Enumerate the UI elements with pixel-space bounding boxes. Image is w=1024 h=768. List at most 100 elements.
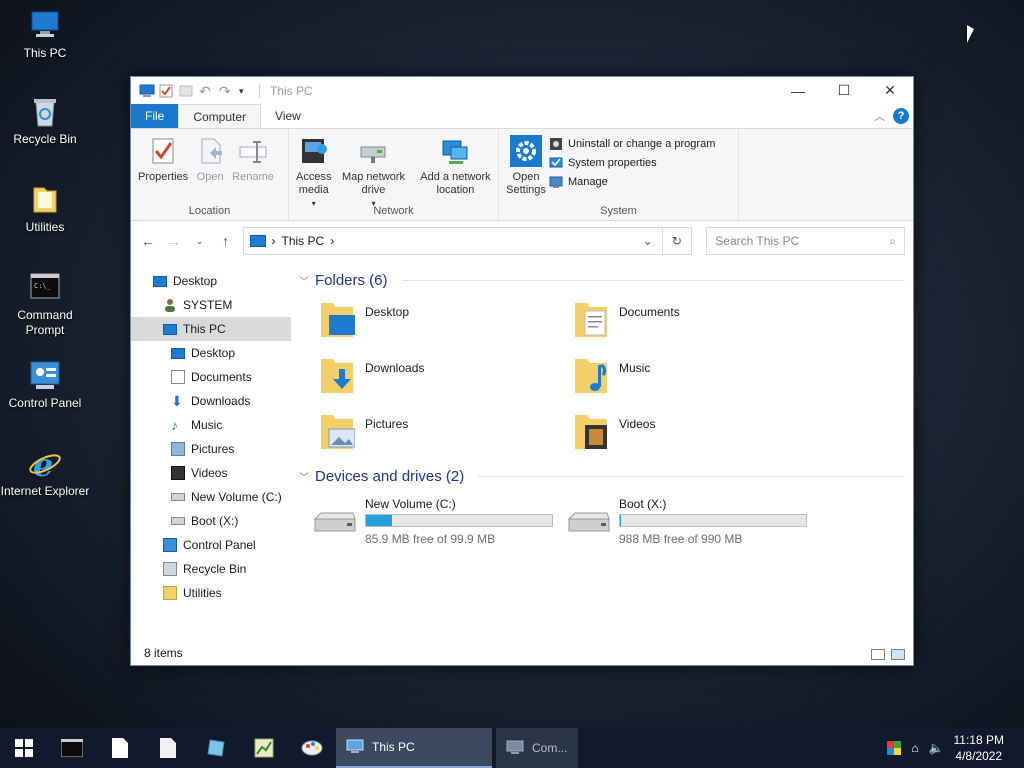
desktop-icon-utilities[interactable]: Utilities (0, 182, 90, 235)
usb-device-icon[interactable]: ⌂ (911, 741, 918, 755)
ribbon-tabs: File Computer View ︿ ? (131, 104, 913, 128)
collapse-ribbon-icon[interactable]: ︿ (874, 108, 885, 124)
download-arrow-icon: ⬇ (171, 393, 183, 409)
drives-grid: New Volume (C:) 85.9 MB free of 99.9 MB … (299, 489, 905, 546)
folder-item-pictures[interactable]: Pictures (319, 411, 573, 455)
tab-computer[interactable]: Computer (178, 104, 262, 128)
help-icon[interactable]: ? (893, 108, 909, 124)
back-arrow-icon[interactable]: ← (139, 233, 157, 249)
nav-item-desktop-sub[interactable]: Desktop (131, 341, 291, 365)
desktop-icon-recycle-bin[interactable]: Recycle Bin (0, 94, 90, 147)
nav-item-new-volume[interactable]: New Volume (C:) (131, 485, 291, 509)
clock[interactable]: 11:18 PM 4/8/2022 (954, 732, 1004, 764)
refresh-button[interactable]: ↻ (662, 227, 693, 255)
desktop-icon-label: Internet Explorer (0, 484, 90, 498)
tab-view[interactable]: View (261, 104, 315, 128)
desktop-icon-control-panel[interactable]: Control Panel (0, 358, 90, 411)
windows-logo-icon (15, 739, 33, 757)
recent-locations-chevron-icon[interactable]: ⌄ (191, 236, 209, 247)
hard-drive-icon (313, 511, 357, 533)
desktop-icon-command-prompt[interactable]: C:\_ Command Prompt (0, 270, 90, 338)
drive-free-space: 988 MB free of 990 MB (619, 532, 743, 546)
drive-icon (171, 517, 185, 525)
maximize-button[interactable]: ☐ (821, 77, 867, 104)
up-arrow-icon[interactable]: ↑ (217, 233, 235, 249)
nav-item-this-pc[interactable]: This PC (131, 317, 291, 341)
forward-arrow-icon[interactable]: → (165, 233, 183, 249)
drive-usage-fill (620, 515, 621, 526)
properties-check-icon[interactable] (159, 84, 173, 98)
nav-item-desktop[interactable]: Desktop (131, 269, 291, 293)
search-icon: ⌕ (889, 233, 897, 248)
taskbar-app-chart[interactable] (240, 728, 288, 768)
mouse-cursor-icon (967, 25, 974, 43)
drive-item-c[interactable]: New Volume (C:) 85.9 MB free of 99.9 MB (313, 497, 567, 546)
film-icon (171, 466, 185, 480)
folders-section-header[interactable]: ﹀ Folders (6) (299, 267, 905, 293)
ribbon-group-label: System (600, 205, 637, 217)
taskbar-notepad[interactable] (96, 728, 144, 768)
desktop-icon-this-pc[interactable]: This PC (0, 8, 90, 61)
taskbar-app-crystal[interactable] (192, 728, 240, 768)
folder-icon (163, 586, 177, 600)
drive-item-x[interactable]: Boot (X:) 988 MB free of 990 MB (567, 497, 821, 546)
uninstall-program-button[interactable]: Uninstall or change a program (549, 137, 715, 151)
title-bar[interactable]: ↶ ↷ ▾ This PC — ☐ ✕ (131, 77, 913, 104)
close-button[interactable]: ✕ (867, 77, 913, 104)
taskbar-app-paint[interactable] (288, 728, 336, 768)
nav-item-boot[interactable]: Boot (X:) (131, 509, 291, 533)
control-panel-icon (163, 538, 177, 552)
nav-item-documents[interactable]: Documents (131, 365, 291, 389)
recycle-bin-icon (163, 562, 177, 576)
nav-item-recycle-bin[interactable]: Recycle Bin (131, 557, 291, 581)
clock-time: 11:18 PM (953, 733, 1004, 747)
address-bar[interactable]: › This PC › ⌄ (242, 227, 663, 255)
large-icons-view-icon[interactable] (891, 649, 905, 660)
drive-usage-bar (365, 514, 553, 527)
color-palette-icon[interactable] (887, 741, 902, 755)
system-properties-icon (549, 156, 563, 170)
minimize-button[interactable]: — (775, 77, 821, 104)
nav-item-downloads[interactable]: ⬇ Downloads (131, 389, 291, 413)
navigation-pane: Desktop SYSTEM This PC Desktop Documents… (131, 261, 291, 681)
folder-item-documents[interactable]: Documents (573, 299, 827, 343)
redo-icon[interactable]: ↷ (219, 84, 233, 98)
chevron-down-icon[interactable]: ▾ (239, 84, 253, 98)
nav-item-utilities[interactable]: Utilities (131, 581, 291, 605)
taskbar-wordpad[interactable] (144, 728, 192, 768)
clock-date: 4/8/2022 (955, 749, 1003, 763)
taskbar-command-prompt[interactable] (48, 728, 96, 768)
nav-item-control-panel[interactable]: Control Panel (131, 533, 291, 557)
drives-section-header[interactable]: ﹀ Devices and drives (2) (299, 463, 905, 489)
nav-item-music[interactable]: ♪ Music (131, 413, 291, 437)
nav-item-system[interactable]: SYSTEM (131, 293, 291, 317)
folder-item-downloads[interactable]: Downloads (319, 355, 573, 399)
explorer-window[interactable]: ↶ ↷ ▾ This PC — ☐ ✕ File Computer View ︿… (130, 76, 914, 666)
nav-item-pictures[interactable]: Pictures (131, 437, 291, 461)
new-folder-icon[interactable] (179, 84, 193, 98)
ribbon-group-network: Access media ▾ Map network drive ▾ Add a n… (289, 129, 499, 220)
this-pc-icon (139, 84, 155, 98)
taskbar-task-this-pc[interactable]: This PC (336, 728, 492, 768)
desktop-icon-label: Utilities (25, 220, 65, 234)
tab-file[interactable]: File (131, 104, 179, 128)
breadcrumb-this-pc[interactable]: This PC (282, 234, 325, 248)
folder-item-videos[interactable]: Videos (573, 411, 827, 455)
taskbar-task-command[interactable]: Com... (496, 728, 578, 768)
folder-item-music[interactable]: Music (573, 355, 827, 399)
system-properties-button[interactable]: System properties (549, 156, 715, 170)
drive-usage-fill (366, 515, 393, 526)
start-button[interactable] (0, 728, 48, 768)
nav-item-videos[interactable]: Videos (131, 461, 291, 485)
address-dropdown-chevron-icon[interactable]: ⌄ (634, 234, 662, 248)
undo-icon[interactable]: ↶ (199, 84, 213, 98)
volume-icon[interactable]: 🔈 (929, 741, 944, 755)
manage-button[interactable]: Manage (549, 175, 715, 189)
search-input[interactable]: Search This PC ⌕ (706, 227, 906, 255)
folder-item-desktop[interactable]: Desktop (319, 299, 573, 343)
details-view-icon[interactable] (871, 649, 885, 660)
this-pc-icon (163, 323, 177, 335)
hard-drive-icon (567, 511, 611, 533)
desktop-icon-internet-explorer[interactable]: e Internet Explorer (0, 446, 90, 499)
folder-icon (28, 182, 62, 216)
